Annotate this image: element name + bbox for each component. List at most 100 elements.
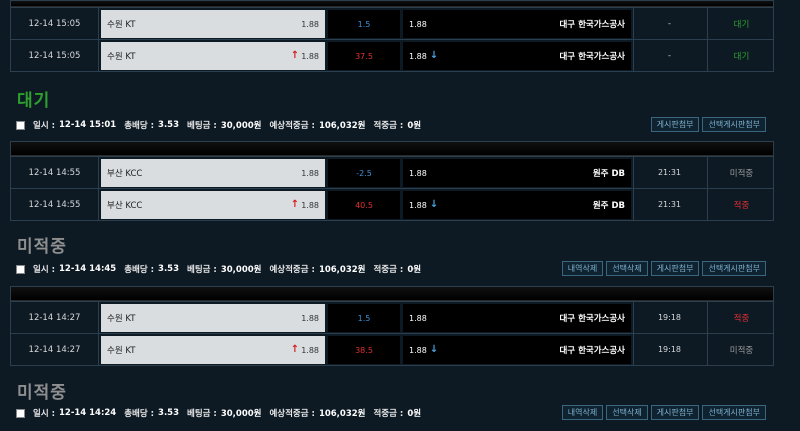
away-odds-cell[interactable]: 1.88 원주 DB bbox=[403, 159, 631, 187]
home-odds-cell[interactable]: 부산 KCC 1.88 bbox=[101, 159, 325, 187]
hit-label: 적중금 : bbox=[373, 121, 404, 131]
home-odds: 1.88 bbox=[301, 168, 319, 178]
away-team: 대구 한국가스공사 bbox=[559, 52, 625, 62]
home-odds-cell[interactable]: 부산 KCC ↑ 1.88 bbox=[101, 191, 325, 219]
result-status: 미적중 bbox=[707, 334, 775, 365]
home-odds-cell[interactable]: 수원 KT 1.88 bbox=[101, 10, 325, 38]
score: - bbox=[633, 8, 705, 39]
result-status: 대기 bbox=[707, 8, 775, 39]
slip-status: 미적중 bbox=[17, 237, 67, 257]
home-odds: 1.88 bbox=[301, 313, 319, 323]
betting-history: 12-14 15:05 수원 KT 1.88 1.5 1.88 대구 한국가스공… bbox=[0, 0, 800, 431]
attach-board-button[interactable]: 게시판첨부 bbox=[650, 405, 700, 420]
expected-label: 예상적중금 : bbox=[269, 409, 315, 419]
handicap-value: -2.5 bbox=[328, 159, 400, 187]
away-odds-cell[interactable]: 1.88 ↓ 대구 한국가스공사 bbox=[403, 42, 631, 70]
bet-value: 30,000원 bbox=[220, 409, 262, 419]
home-odds-cell[interactable]: 수원 KT ↑ 1.88 bbox=[101, 336, 325, 364]
attach-selected-board-button[interactable]: 선택게시판첨부 bbox=[702, 405, 766, 420]
down-arrow-icon: ↓ bbox=[429, 50, 439, 61]
away-odds-cell[interactable]: 1.88 대구 한국가스공사 bbox=[403, 304, 631, 332]
bet-table: 12-14 14:55 부산 KCC 1.88 -2.5 1.88 원주 DB … bbox=[10, 141, 774, 221]
away-team: 원주 DB bbox=[592, 201, 625, 211]
slip-actions: 게시판첨부 선택게시판첨부 bbox=[650, 117, 766, 132]
match-time: 12-14 14:27 bbox=[11, 302, 99, 333]
home-odds: 1.88 bbox=[301, 51, 319, 61]
hit-label: 적중금 : bbox=[373, 409, 404, 419]
select-checkbox[interactable] bbox=[16, 408, 25, 418]
home-odds: 1.88 bbox=[301, 19, 319, 29]
table-row: 12-14 15:05 수원 KT 1.88 1.5 1.88 대구 한국가스공… bbox=[11, 7, 773, 39]
home-odds-cell[interactable]: 수원 KT ↑ 1.88 bbox=[101, 42, 325, 70]
attach-selected-board-button[interactable]: 선택게시판첨부 bbox=[702, 117, 766, 132]
bet-table: 12-14 14:27 수원 KT 1.88 1.5 1.88 대구 한국가스공… bbox=[10, 286, 774, 366]
result-status: 적중 bbox=[707, 302, 775, 333]
away-team: 대구 한국가스공사 bbox=[559, 314, 625, 324]
away-team: 대구 한국가스공사 bbox=[559, 20, 625, 30]
home-odds-cell[interactable]: 수원 KT 1.88 bbox=[101, 304, 325, 332]
expected-value: 106,032원 bbox=[318, 265, 366, 275]
slip-actions: 내역삭제 선택삭제 게시판첨부 선택게시판첨부 bbox=[561, 405, 766, 420]
hit-label: 적중금 : bbox=[373, 265, 404, 275]
away-odds-cell[interactable]: 1.88 대구 한국가스공사 bbox=[403, 10, 631, 38]
away-odds: 1.88 bbox=[409, 19, 427, 29]
away-odds: 1.88 bbox=[409, 168, 427, 178]
match-time: 12-14 14:55 bbox=[11, 189, 99, 220]
result-status: 적중 bbox=[707, 189, 775, 220]
up-arrow-icon: ↑ bbox=[290, 344, 300, 355]
handicap-value: 37.5 bbox=[328, 42, 400, 70]
handicap-value: 1.5 bbox=[328, 304, 400, 332]
handicap-value: 40.5 bbox=[328, 191, 400, 219]
date-label: 일시 : bbox=[33, 409, 55, 419]
handicap-value: 38.5 bbox=[328, 336, 400, 364]
odds-label: 총배당 : bbox=[124, 265, 155, 275]
score: 19:18 bbox=[633, 334, 705, 365]
odds-value: 3.53 bbox=[158, 408, 180, 418]
up-arrow-icon: ↑ bbox=[290, 199, 300, 210]
away-odds-cell[interactable]: 1.88 ↓ 원주 DB bbox=[403, 191, 631, 219]
bet-label: 베팅금 : bbox=[187, 121, 217, 131]
bet-label: 베팅금 : bbox=[187, 409, 217, 419]
table-row: 12-14 14:55 부산 KCC ↑ 1.88 40.5 1.88 ↓ 원주 D… bbox=[11, 188, 773, 220]
delete-selected-button[interactable]: 선택삭제 bbox=[606, 261, 648, 276]
table-row: 12-14 15:05 수원 KT ↑ 1.88 37.5 1.88 ↓ 대구 한국… bbox=[11, 39, 773, 71]
home-team: 수원 KT bbox=[107, 346, 136, 356]
expected-value: 106,032원 bbox=[318, 121, 366, 131]
away-team: 원주 DB bbox=[592, 169, 625, 179]
slip-info: 일시 : 12-14 14:45 총배당 : 3.53 베팅금 : 30,000… bbox=[16, 262, 421, 276]
bet-label: 베팅금 : bbox=[187, 265, 217, 275]
slip-status: 미적중 bbox=[17, 383, 67, 403]
select-checkbox[interactable] bbox=[16, 120, 25, 130]
bet-value: 30,000원 bbox=[220, 121, 262, 131]
expected-label: 예상적중금 : bbox=[269, 265, 315, 275]
attach-selected-board-button[interactable]: 선택게시판첨부 bbox=[702, 261, 766, 276]
home-odds: 1.88 bbox=[301, 345, 319, 355]
delete-history-button[interactable]: 내역삭제 bbox=[561, 261, 604, 276]
table-row: 12-14 14:55 부산 KCC 1.88 -2.5 1.88 원주 DB … bbox=[11, 156, 773, 188]
match-time: 12-14 14:27 bbox=[11, 334, 99, 365]
away-odds-cell[interactable]: 1.88 ↓ 대구 한국가스공사 bbox=[403, 336, 631, 364]
odds-value: 3.53 bbox=[158, 120, 180, 130]
home-team: 수원 KT bbox=[107, 20, 136, 30]
hit-value: 0원 bbox=[407, 121, 422, 131]
odds-label: 총배당 : bbox=[124, 409, 155, 419]
attach-board-button[interactable]: 게시판첨부 bbox=[650, 261, 700, 276]
date-label: 일시 : bbox=[33, 121, 55, 131]
date-value: 12-14 15:01 bbox=[59, 120, 117, 130]
date-label: 일시 : bbox=[33, 265, 55, 275]
hit-value: 0원 bbox=[407, 265, 422, 275]
bet-table: 12-14 15:05 수원 KT 1.88 1.5 1.88 대구 한국가스공… bbox=[10, 0, 774, 72]
delete-selected-button[interactable]: 선택삭제 bbox=[606, 405, 648, 420]
away-odds: 1.88 bbox=[409, 313, 427, 323]
select-checkbox[interactable] bbox=[16, 264, 25, 274]
odds-value: 3.53 bbox=[158, 264, 180, 274]
slip-info: 일시 : 12-14 14:24 총배당 : 3.53 베팅금 : 30,000… bbox=[16, 406, 421, 420]
delete-history-button[interactable]: 내역삭제 bbox=[561, 405, 604, 420]
away-odds: 1.88 bbox=[409, 345, 427, 355]
table-row: 12-14 14:27 수원 KT ↑ 1.88 38.5 1.88 ↓ 대구 한국… bbox=[11, 333, 773, 365]
attach-board-button[interactable]: 게시판첨부 bbox=[650, 117, 700, 132]
slip-info: 일시 : 12-14 15:01 총배당 : 3.53 베팅금 : 30,000… bbox=[16, 118, 421, 132]
table-header bbox=[11, 287, 773, 301]
result-status: 미적중 bbox=[707, 157, 775, 188]
away-odds: 1.88 bbox=[409, 200, 427, 210]
